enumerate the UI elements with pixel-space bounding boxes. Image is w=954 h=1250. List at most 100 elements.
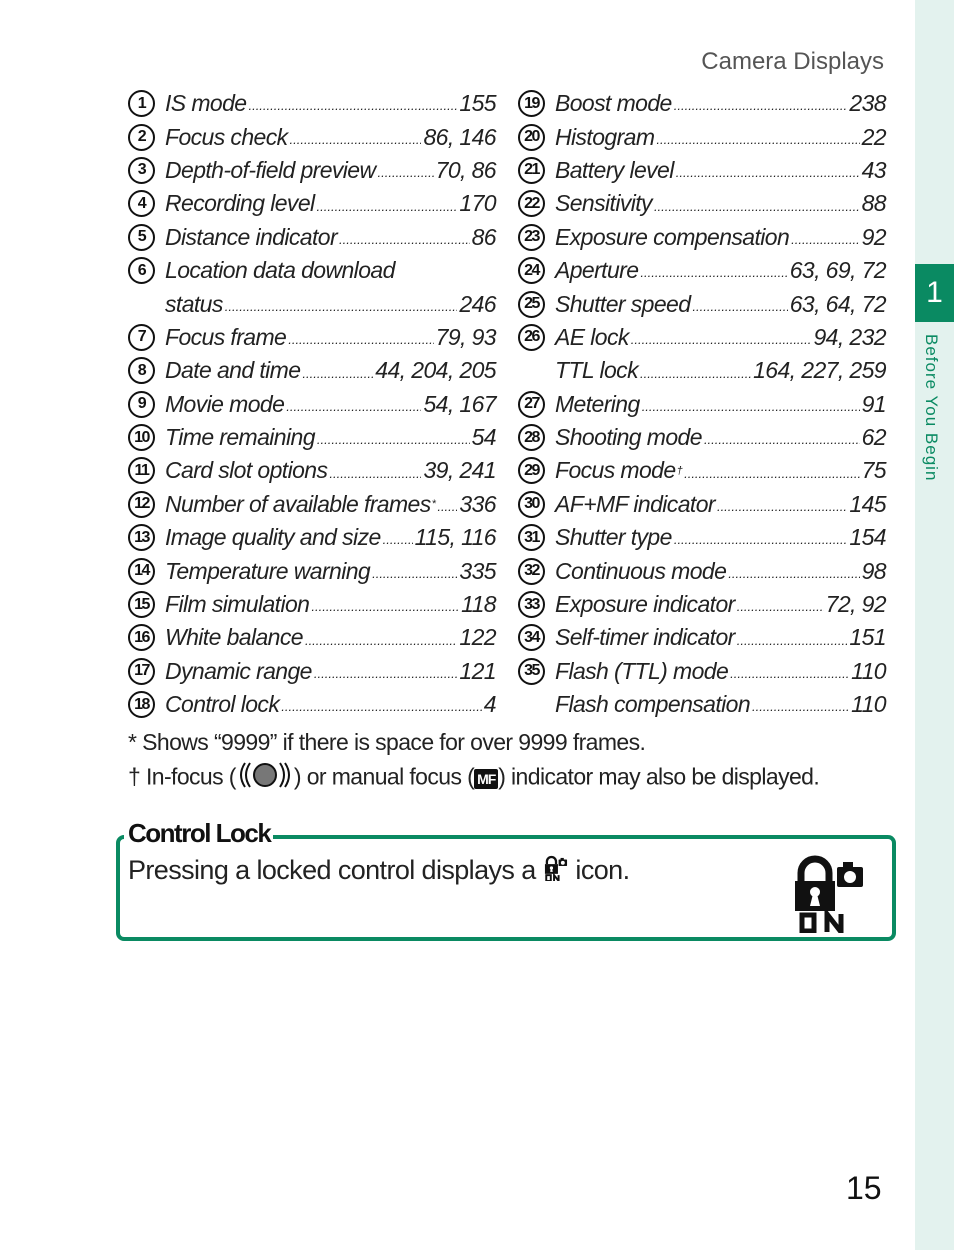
item-name: Exposure compensation	[555, 223, 790, 250]
item-name: Self-timer indicator	[555, 624, 735, 651]
legend-item: 30 AF+MF indicator 145	[518, 488, 887, 521]
dot-leader	[314, 666, 458, 688]
item-name: Depth-of-field preview	[165, 156, 376, 183]
dot-leader	[717, 499, 847, 521]
item-name: Film simulation	[165, 591, 310, 618]
page-reference: 121	[459, 657, 496, 684]
footnote-dagger-prefix: † In-focus (	[128, 763, 236, 790]
dot-leader	[684, 466, 860, 488]
item-name: Flash compensation	[555, 691, 751, 718]
page-reference: 155	[459, 90, 496, 117]
item-name: Card slot options	[165, 457, 328, 484]
legend-item: 11 Card slot options 39, 241	[128, 454, 497, 487]
item-name: Control lock	[165, 691, 280, 718]
dot-leader	[290, 132, 422, 154]
legend-item: 10 Time remaining 54	[128, 421, 497, 454]
dot-leader	[339, 232, 470, 254]
page-reference: 118	[461, 591, 496, 618]
page-number: 15	[846, 1170, 882, 1206]
legend-item: 5 Distance indicator 86	[128, 221, 497, 254]
legend-list-right: 19 Boost mode 238 20 Histogram 22 21 Battery le…	[518, 87, 887, 721]
footnote-marker: †	[676, 464, 683, 477]
page-reference: 164, 227, 259	[753, 357, 886, 384]
callout-number-icon: 10	[128, 424, 155, 452]
legend-item: 26 AE lock 94, 232	[518, 321, 887, 354]
item-name: Movie mode	[165, 390, 285, 417]
legend-item: 12 Number of available frames* 336	[128, 488, 497, 521]
item-name: Number of available frames	[165, 490, 431, 517]
page-reference: 170	[459, 190, 496, 217]
dot-leader	[286, 399, 421, 421]
legend-item: 7 Focus frame 79, 93	[128, 321, 497, 354]
dot-leader	[437, 499, 457, 521]
page-reference: 115, 116	[414, 524, 497, 551]
footnote-asterisk: * Shows “9999” if there is space for ove…	[128, 729, 646, 755]
item-name: Distance indicator	[165, 223, 338, 250]
callout-number-icon: 20	[518, 123, 545, 151]
page-reference: 151	[849, 624, 886, 651]
callout-number-icon: 13	[128, 524, 155, 552]
callout-number-icon: 35	[518, 657, 545, 685]
item-name: Metering	[555, 390, 640, 417]
callout-number-icon: 21	[518, 156, 545, 184]
legend-item: Flash compensation 110	[518, 688, 887, 721]
dot-leader	[737, 633, 848, 655]
item-name: status	[165, 290, 223, 317]
dot-leader	[640, 366, 751, 388]
note-text-before: Pressing a locked control displays a	[128, 855, 543, 885]
dot-leader	[317, 432, 470, 454]
item-name: Dynamic range	[165, 657, 312, 684]
item-name: Recording level	[165, 190, 315, 217]
footnote-dagger: † In-focus () or manual focus (MF) indic…	[128, 761, 820, 795]
page-reference: 54	[471, 424, 497, 451]
dot-leader	[642, 399, 860, 421]
chapter-number: 1	[915, 264, 954, 322]
page-reference: 79, 93	[435, 323, 497, 350]
item-name: IS mode	[165, 90, 247, 117]
dot-leader	[654, 199, 860, 221]
legend-item: TTL lock 164, 227, 259	[518, 354, 887, 388]
legend-item: 22 Sensitivity 88	[518, 187, 887, 221]
dot-leader	[248, 98, 457, 120]
callout-number-icon: 23	[518, 223, 545, 251]
item-name: Shooting mode	[555, 424, 703, 451]
footnote-dagger-middle: ) or manual focus (	[293, 763, 475, 790]
control-lock-on-icon	[544, 855, 568, 888]
item-name: Location data download	[165, 257, 395, 284]
item-name: Histogram	[555, 123, 655, 150]
item-name: Time remaining	[165, 424, 316, 451]
callout-number-icon: 12	[128, 490, 155, 518]
page-reference: 86	[471, 223, 497, 250]
callout-number-icon: 6	[128, 257, 155, 285]
item-name: AE lock	[555, 323, 629, 350]
dot-leader	[640, 265, 787, 287]
callout-number-icon	[128, 291, 155, 318]
dot-leader	[288, 332, 433, 354]
dot-leader	[372, 566, 457, 588]
page-reference: 54, 167	[423, 390, 496, 417]
callout-number-icon: 22	[518, 190, 545, 218]
legend-item: 25 Shutter speed 63, 64, 72	[518, 287, 887, 320]
legend-item: 34 Self-timer indicator 151	[518, 621, 887, 655]
page-reference: 94, 232	[813, 323, 886, 350]
footnote-marker: *	[431, 498, 436, 511]
item-name: Focus check	[165, 123, 288, 150]
item-name: Shutter speed	[555, 290, 691, 317]
dot-leader	[631, 332, 812, 354]
legend-item: 24 Aperture 63, 69, 72	[518, 254, 887, 287]
callout-number-icon: 34	[518, 624, 545, 652]
note-text-after: icon.	[568, 855, 630, 885]
legend-item: 16 White balance 122	[128, 621, 497, 654]
page-reference: 62	[861, 424, 887, 451]
callout-number-icon: 31	[518, 524, 545, 552]
legend-item: 1 IS mode 155	[128, 87, 497, 120]
callout-number-icon: 30	[518, 490, 545, 518]
page-reference: 92	[861, 223, 887, 250]
callout-number-icon: 17	[128, 657, 155, 685]
page-reference: 39, 241	[423, 457, 496, 484]
callout-number-icon: 16	[128, 624, 155, 652]
page-reference: 63, 64, 72	[789, 290, 887, 317]
callout-number-icon: 24	[518, 257, 545, 285]
control-lock-on-icon-large	[790, 853, 868, 940]
callout-number-icon: 3	[128, 156, 155, 184]
